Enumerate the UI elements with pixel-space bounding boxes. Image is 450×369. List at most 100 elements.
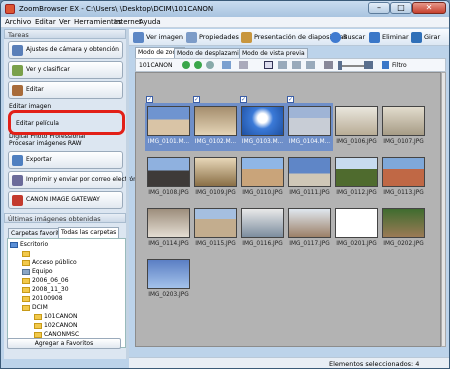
thumbnail-cell[interactable]: ✓ IMG_0104.M... [286,96,333,151]
tree-item-2010[interactable]: 20100908 [22,295,63,303]
export-button[interactable]: Exportar [8,151,123,169]
tree-item-public[interactable]: Acceso público [22,259,77,267]
title-bar[interactable]: ZoomBrowser EX - C:\Users\ \Desktop\DCIM… [1,1,449,17]
thumbnail-image[interactable] [241,157,284,187]
thumbnail-image[interactable] [241,106,284,136]
menu-ayuda[interactable]: Ayuda [139,17,161,28]
thumbnail-cell[interactable]: IMG_0202.JPG [380,205,427,253]
view-classify-button[interactable]: Ver y clasificar [8,61,123,79]
vertical-scrollbar[interactable] [441,72,446,347]
thumbnail-image[interactable] [288,106,331,136]
slider-handle[interactable] [338,61,342,70]
search-label: Buscar [343,33,366,41]
select-icon[interactable] [222,61,231,69]
sort-icon[interactable] [239,61,248,69]
minimize-button[interactable]: – [368,2,390,14]
thumbnail-image[interactable] [382,208,425,238]
thumbnail-cell[interactable]: IMG_0114.JPG [145,205,192,253]
thumbnail-filename: IMG_0102.M... [194,139,237,145]
zoom-in-icon[interactable] [278,61,287,69]
maximize-button[interactable]: □ [390,2,412,14]
menu-internet[interactable]: Internet [114,17,142,28]
tree-item-102canon[interactable]: 102CANON [34,322,77,330]
search-button[interactable]: Buscar [330,31,365,44]
tree-item-101canon[interactable]: 101CANON [34,313,77,321]
thumbnail-image[interactable] [288,208,331,238]
thumbnail-cell[interactable]: IMG_0115.JPG [192,205,239,253]
thumbnail-image[interactable] [147,106,190,136]
thumbnail-cell[interactable]: IMG_0106.JPG [333,103,380,151]
thumbnail-cell[interactable]: IMG_0201.JPG [333,205,380,253]
tree-label-dcim: DCIM [32,304,48,311]
filter-label[interactable]: Filtro [392,62,407,69]
tree-item-desktop[interactable]: Escritorio [10,241,48,249]
filter-icon[interactable] [382,61,389,69]
tree-item-dcim[interactable]: DCIM [22,304,48,312]
thumbnail-image[interactable] [288,157,331,187]
up-icon[interactable] [206,61,214,69]
thumbnail-image[interactable] [194,106,237,136]
thumbnail-cell[interactable]: IMG_0109.JPG [192,154,239,202]
tree-item-2006[interactable]: 2006_06_06 [22,277,69,285]
rotate-button[interactable]: Girar [411,31,440,44]
thumbnail-image[interactable] [335,157,378,187]
selected-check-icon[interactable]: ✓ [287,96,294,103]
menu-editar[interactable]: Editar [35,17,56,28]
thumbnail-cell[interactable]: IMG_0113.JPG [380,154,427,202]
thumbnail-cell[interactable]: IMG_0108.JPG [145,154,192,202]
selected-check-icon[interactable]: ✓ [193,96,200,103]
tab-all-folders[interactable]: Todas las carpetas [58,227,120,238]
thumbnail-cell[interactable]: IMG_0110.JPG [239,154,286,202]
thumbnail-image[interactable] [335,208,378,238]
thumbnail-image[interactable] [194,157,237,187]
thumbnail-cell[interactable]: ✓ IMG_0101.M... [145,96,192,151]
delete-button[interactable]: Eliminar [369,31,409,44]
thumbnail-cell[interactable]: IMG_0111.JPG [286,154,333,202]
zoom-out-icon[interactable] [292,61,301,69]
selected-check-icon[interactable]: ✓ [240,96,247,103]
thumbnail-cell[interactable]: IMG_0112.JPG [333,154,380,202]
pan-icon[interactable] [306,61,315,69]
edit-button[interactable]: Editar [8,81,123,99]
close-button[interactable]: ✕ [412,2,446,14]
add-to-favorites-button[interactable]: Agregar a Favoritos [7,338,121,349]
canon-gateway-label: CANON IMAGE GATEWAY [26,196,100,203]
thumbnail-cell[interactable]: ✓ IMG_0103.M... [239,96,286,151]
thumbnail-image[interactable] [194,208,237,238]
selected-check-icon[interactable]: ✓ [146,96,153,103]
forward-icon[interactable] [194,61,202,69]
thumbnail-image[interactable] [335,106,378,136]
thumbnail-image[interactable] [147,157,190,187]
tree-item-computer[interactable]: Equipo [22,268,53,276]
folder-tree[interactable]: Escritorio Acceso público Equipo 2006_06… [7,238,126,348]
panel-splitter[interactable] [126,29,129,359]
thumbnail-image[interactable] [241,208,284,238]
full-screen-icon[interactable] [324,61,333,69]
tree-item-2008[interactable]: 2008_11_30 [22,286,69,294]
camera-settings-button[interactable]: Ajustes de cámara y obtención [8,41,123,59]
thumbnail-image[interactable] [147,208,190,238]
large-thumbnail-icon[interactable] [364,61,373,69]
raw-processing-label: Procesar imágenes RAW [9,140,82,147]
menu-ver[interactable]: Ver [59,17,70,28]
thumbnail-image[interactable] [147,259,190,289]
back-icon[interactable] [182,61,190,69]
tree-item-user[interactable] [22,250,32,258]
print-email-button[interactable]: Imprimir y enviar por correo electrónico [8,171,146,189]
tree-label-computer: Equipo [32,268,53,275]
thumbnail-filename: IMG_0111.JPG [289,190,330,196]
thumbnail-cell[interactable]: IMG_0117.JPG [286,205,333,253]
zoom-fit-icon[interactable] [264,61,273,69]
thumbnail-cell[interactable]: IMG_0116.JPG [239,205,286,253]
thumbnail-cell[interactable]: IMG_0107.JPG [380,103,427,151]
properties-button[interactable]: Propiedades [186,31,239,44]
canon-gateway-button[interactable]: CANON IMAGE GATEWAY [8,191,123,209]
thumbnail-image[interactable] [382,106,425,136]
menu-archivo[interactable]: Archivo [5,17,31,28]
thumbnail-cell[interactable]: IMG_0203.JPG [145,256,192,304]
tab-preview-mode[interactable]: Modo de vista previa [239,48,308,58]
view-image-button[interactable]: Ver imagen [133,31,183,44]
thumbnail-cell[interactable]: ✓ IMG_0102.M... [192,96,239,151]
thumbnail-image[interactable] [382,157,425,187]
thumbnail-grid[interactable]: ✓ IMG_0101.M... ✓ IMG_0102.M... ✓ IMG_0103.M.… [135,72,441,347]
